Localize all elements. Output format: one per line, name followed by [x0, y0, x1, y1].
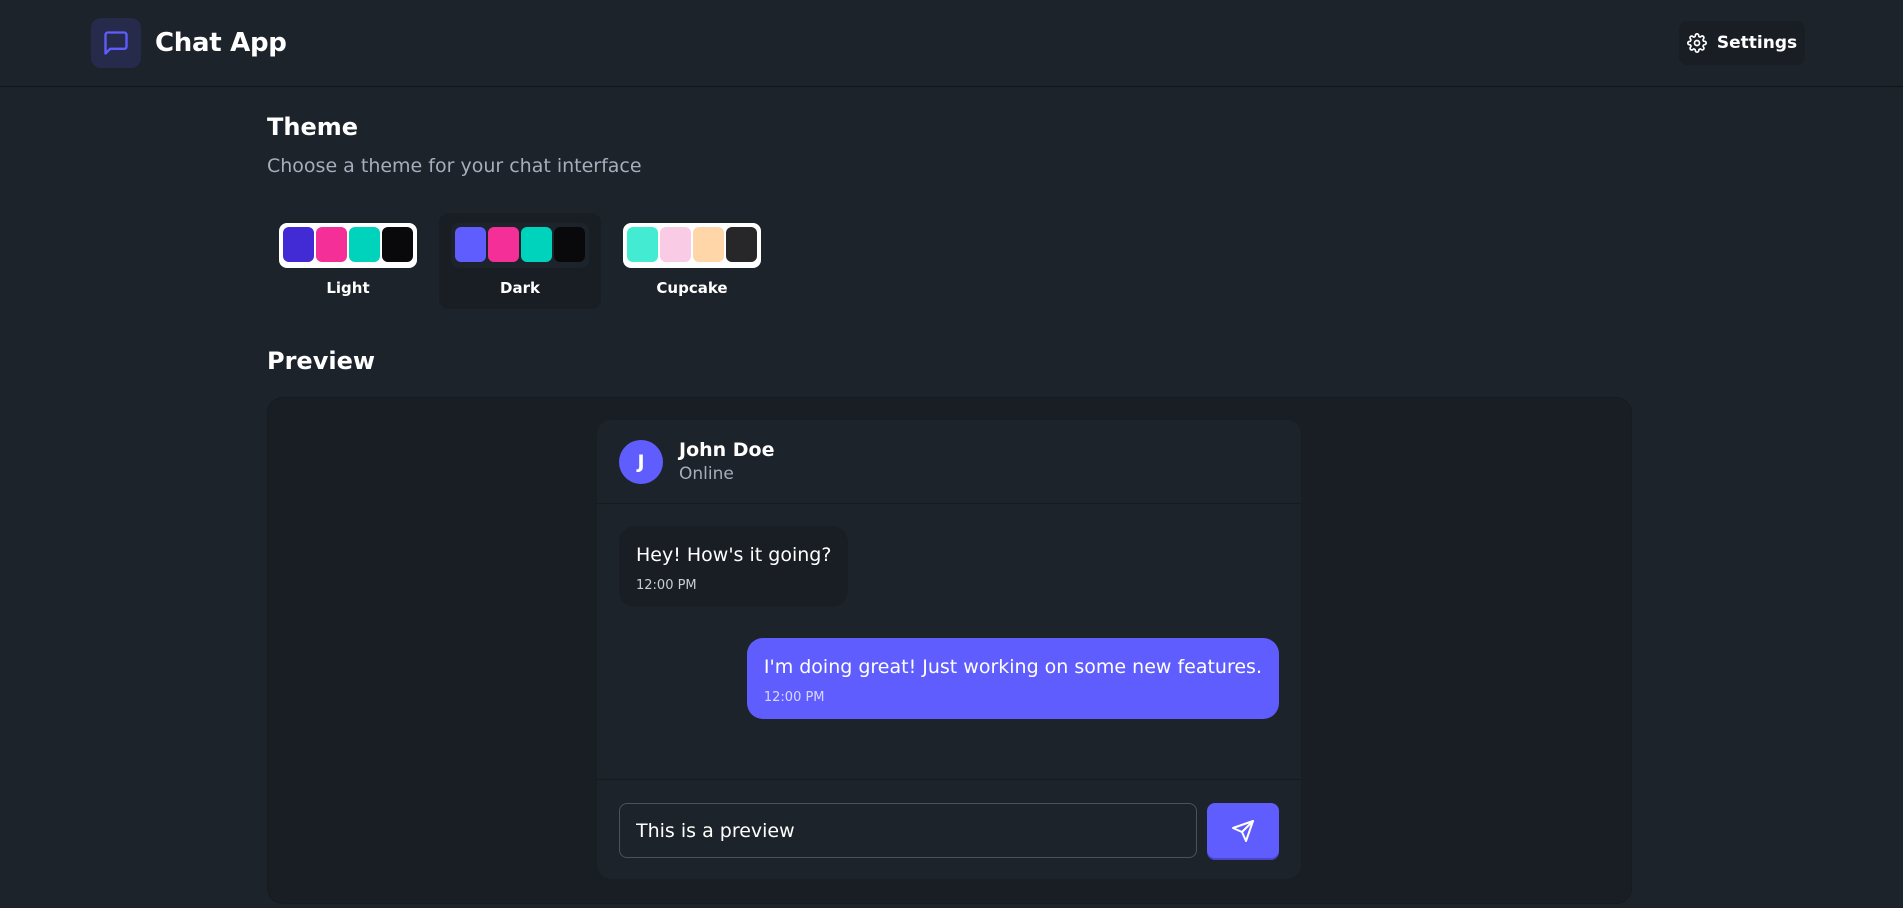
theme-section-subtitle: Choose a theme for your chat interface [267, 155, 642, 177]
theme-swatches [279, 223, 417, 268]
message-text: I'm doing great! Just working on some ne… [763, 656, 1262, 678]
color-swatch [382, 227, 413, 262]
preview-container: J John Doe Online Hey! How's it going? 1… [267, 397, 1632, 904]
color-swatch [554, 227, 585, 262]
contact-status: Online [679, 464, 734, 484]
color-swatch [455, 227, 486, 262]
color-swatch [660, 227, 691, 262]
color-swatch [488, 227, 519, 262]
theme-section-title: Theme [267, 113, 359, 141]
theme-label: Light [326, 279, 370, 297]
send-icon [1231, 819, 1255, 843]
color-swatch [283, 227, 314, 262]
theme-option-cupcake[interactable]: Cupcake [611, 213, 773, 309]
theme-swatches [623, 223, 761, 268]
app-title: Chat App [155, 28, 287, 58]
incoming-message: Hey! How's it going? 12:00 PM [619, 526, 849, 607]
color-swatch [627, 227, 658, 262]
theme-option-light[interactable]: Light [267, 213, 429, 309]
chat-header: J John Doe Online [597, 420, 1301, 504]
theme-options: Light Dark Cupcake [267, 213, 783, 309]
contact-name: John Doe [679, 439, 775, 461]
preview-title: Preview [267, 347, 376, 375]
message-time: 12:00 PM [636, 578, 697, 593]
theme-swatches [451, 223, 589, 268]
settings-button[interactable]: Settings [1679, 21, 1805, 65]
contact-info: John Doe Online [679, 439, 775, 484]
message-composer [597, 779, 1301, 879]
theme-label: Dark [500, 279, 540, 297]
outgoing-message: I'm doing great! Just working on some ne… [746, 638, 1279, 719]
gear-icon [1686, 33, 1707, 53]
send-button[interactable] [1207, 803, 1279, 858]
avatar: J [619, 439, 663, 484]
chat-bubble-icon [91, 18, 141, 68]
message-time: 12:00 PM [763, 690, 825, 705]
theme-option-dark[interactable]: Dark [439, 213, 601, 309]
color-swatch [316, 227, 347, 262]
message-list: Hey! How's it going? 12:00 PM I'm doing … [597, 504, 1301, 779]
navbar: Chat App Settings [0, 0, 1903, 87]
chat-preview-card: J John Doe Online Hey! How's it going? 1… [597, 420, 1301, 879]
message-input[interactable] [619, 803, 1197, 858]
brand[interactable]: Chat App [91, 18, 287, 68]
color-swatch [693, 227, 724, 262]
color-swatch [726, 227, 757, 262]
message-text: Hey! How's it going? [636, 544, 832, 566]
color-swatch [349, 227, 380, 262]
color-swatch [521, 227, 552, 262]
theme-label: Cupcake [656, 279, 728, 297]
settings-label: Settings [1716, 33, 1798, 53]
